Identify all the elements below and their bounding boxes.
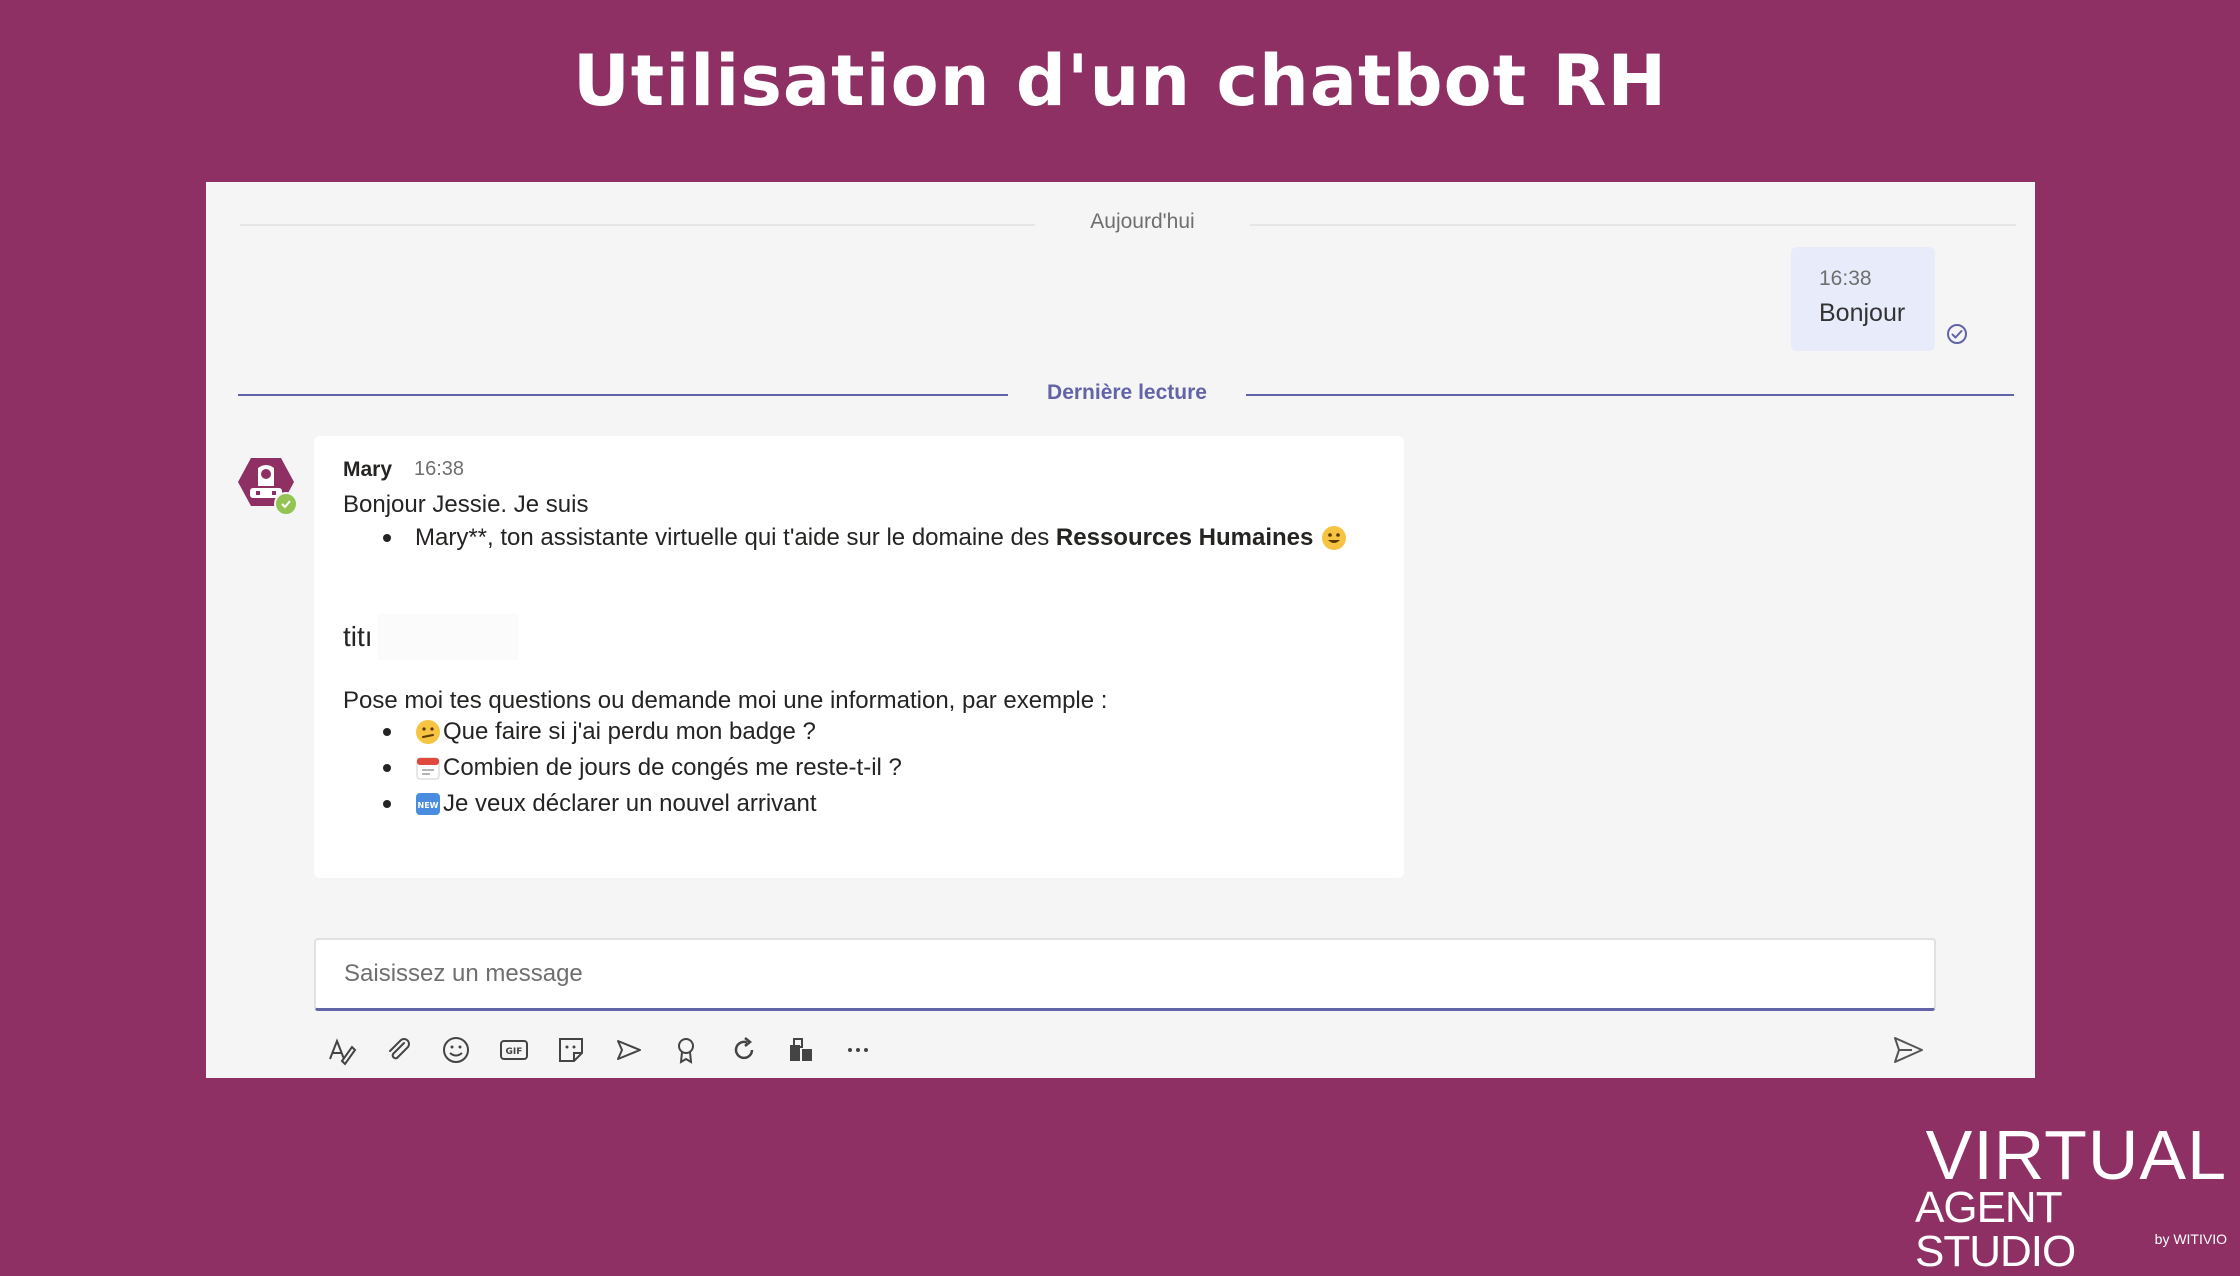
message-composer[interactable] <box>314 938 1936 1011</box>
praise-icon <box>678 1038 694 1064</box>
partial-title: titı <box>343 621 373 652</box>
brand-line-2: AGENT STUDIO <box>1915 1183 2076 1276</box>
divider-line <box>240 224 1035 226</box>
divider-line <box>238 394 1008 396</box>
apps-icon <box>790 1038 812 1061</box>
more-options-icon <box>848 1048 868 1052</box>
bullet-dot <box>383 764 391 772</box>
new-button-emoji-icon: NEW <box>416 793 440 815</box>
attach-button[interactable] <box>377 1028 421 1072</box>
divider-line <box>1250 224 2016 226</box>
bullet-dot <box>383 534 391 542</box>
example-text: Je veux déclarer un nouvel arrivant <box>443 790 817 817</box>
divider-line <box>1246 394 2014 396</box>
bullet-dot <box>383 800 391 808</box>
date-divider: Aujourd'hui <box>240 202 2016 233</box>
more-options-button[interactable] <box>836 1028 880 1072</box>
praise-button[interactable] <box>664 1028 708 1072</box>
loop-button[interactable] <box>722 1028 766 1072</box>
svg-text:NEW: NEW <box>418 801 439 810</box>
brand-line-3: by WITIVIO <box>2154 1231 2227 1247</box>
sticker-icon <box>559 1038 583 1062</box>
example-text: Combien de jours de congés me reste-t-il… <box>443 754 902 781</box>
send-icon <box>1894 1037 1923 1063</box>
loop-icon <box>734 1037 754 1060</box>
message-time: 16:38 <box>414 458 465 480</box>
svg-text:GIF: GIF <box>506 1047 523 1057</box>
own-message-time: 16:38 <box>1819 267 1872 290</box>
gif-icon: GIF <box>500 1040 528 1060</box>
own-message-bubble[interactable]: 16:38 Bonjour <box>1791 247 1935 351</box>
format-button[interactable] <box>319 1028 363 1072</box>
example-item: NEW Je veux déclarer un nouvel arrivant <box>343 790 817 818</box>
apps-button[interactable] <box>779 1028 823 1072</box>
gif-button[interactable]: GIF <box>492 1028 536 1072</box>
confused-face-emoji-icon <box>416 720 440 744</box>
calendar-emoji-icon <box>416 757 440 780</box>
own-message-text: Bonjour <box>1819 299 1906 327</box>
emoji-icon <box>443 1037 469 1063</box>
intro-bullet-text: Mary**, ton assistante virtuelle qui t'a… <box>415 524 1056 551</box>
image-placeholder <box>378 614 518 660</box>
last-read-label: Dernière lecture <box>1047 381 1207 404</box>
greeting-text: Bonjour Jessie. Je suis <box>343 491 589 518</box>
format-icon <box>329 1038 357 1066</box>
presence-available-icon <box>274 492 298 516</box>
smiley-emoji-icon <box>1322 526 1347 550</box>
sticker-button[interactable] <box>549 1028 593 1072</box>
emoji-button[interactable] <box>434 1028 478 1072</box>
last-read-divider: Dernière lecture <box>238 379 2014 411</box>
intro-bullet-bold: Ressources Humaines <box>1055 524 1314 551</box>
example-item: Que faire si j'ai perdu mon badge ? <box>343 718 816 746</box>
slide-title: Utilisation d'un chatbot RH <box>572 40 1668 122</box>
example-item: Combien de jours de congés me reste-t-il… <box>343 754 902 782</box>
attach-icon <box>389 1038 410 1060</box>
bullet-dot <box>383 728 391 736</box>
date-divider-label: Aujourd'hui <box>1090 210 1195 233</box>
read-check-icon <box>1947 324 1967 344</box>
intro-bullet: Mary**, ton assistante virtuelle qui t'a… <box>343 524 1349 552</box>
message-input[interactable] <box>342 956 1846 992</box>
bot-message-card[interactable]: Mary 16:38 Bonjour Jessie. Je suis Mary*… <box>314 436 1404 878</box>
brand-logo: VIRTUAL AGENT STUDIO by WITIVIO <box>1915 1116 2235 1274</box>
sender-name: Mary <box>343 458 393 481</box>
prompt-text: Pose moi tes questions ou demande moi un… <box>343 687 1108 714</box>
schedule-meeting-icon <box>617 1040 641 1060</box>
send-button[interactable] <box>1886 1028 1930 1072</box>
schedule-meeting-button[interactable] <box>607 1028 651 1072</box>
chat-window: Aujourd'hui 16:38 Bonjour Dernière lectu… <box>206 182 2035 1078</box>
brand-line-1: VIRTUAL <box>1925 1116 2227 1194</box>
example-text: Que faire si j'ai perdu mon badge ? <box>443 718 816 745</box>
